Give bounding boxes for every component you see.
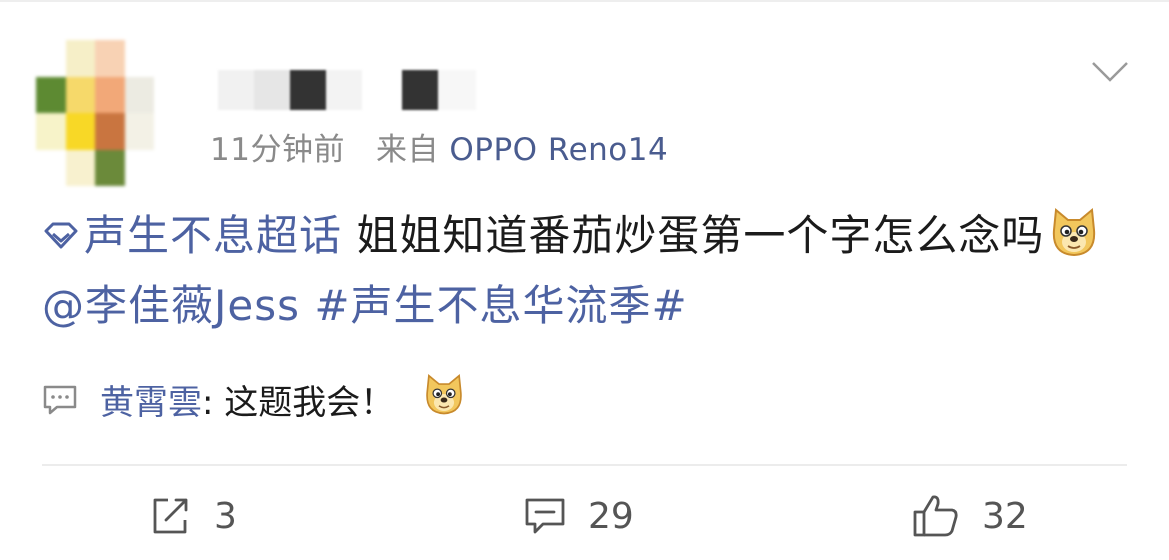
like-button[interactable]: 32 bbox=[912, 494, 1028, 538]
avatar[interactable] bbox=[36, 40, 154, 186]
post-body: 声生不息超话 姐姐知道番茄炒蛋第一个字怎么念吗 @李佳薇Jess #声生不息华流季… bbox=[42, 205, 1132, 337]
top-divider bbox=[0, 0, 1169, 2]
comment-count: 29 bbox=[588, 495, 634, 537]
comment-icon bbox=[525, 498, 565, 534]
share-icon bbox=[153, 498, 188, 534]
action-bar-divider bbox=[42, 464, 1127, 466]
repost-button[interactable]: 3 bbox=[150, 494, 237, 538]
comment-bubble-icon bbox=[43, 385, 77, 414]
thumbs-up-icon bbox=[913, 495, 958, 537]
repost-count: 3 bbox=[214, 495, 237, 537]
featured-reply[interactable]: 黄霄雲 : 这题我会！ bbox=[42, 374, 470, 425]
source-prefix: 来自 bbox=[376, 132, 440, 168]
source-device[interactable]: OPPO Reno14 bbox=[449, 132, 668, 168]
post-meta: 11分钟前 来自 OPPO Reno14 bbox=[210, 124, 668, 169]
supertopic-link[interactable]: 声生不息超话 bbox=[42, 211, 342, 260]
like-count: 32 bbox=[982, 495, 1028, 537]
comment-button[interactable]: 29 bbox=[524, 494, 634, 538]
reply-text: : 这题我会！ bbox=[202, 383, 395, 423]
chevron-down-icon[interactable] bbox=[1090, 58, 1130, 86]
diamond-icon bbox=[44, 222, 78, 249]
reply-username[interactable]: 黄霄雲 bbox=[100, 375, 202, 424]
supertopic-label: 声生不息超话 bbox=[84, 211, 343, 260]
doge-emoji bbox=[422, 374, 466, 425]
hashtag-link[interactable]: #声生不息华流季# bbox=[314, 281, 687, 330]
post-time: 11分钟前 bbox=[210, 132, 345, 168]
mention-link[interactable]: @李佳薇Jess bbox=[42, 281, 300, 330]
post-text: 姐姐知道番茄炒蛋第一个字怎么念吗 bbox=[342, 211, 1045, 260]
doge-emoji bbox=[1048, 208, 1100, 275]
username-obscured[interactable] bbox=[218, 70, 476, 110]
